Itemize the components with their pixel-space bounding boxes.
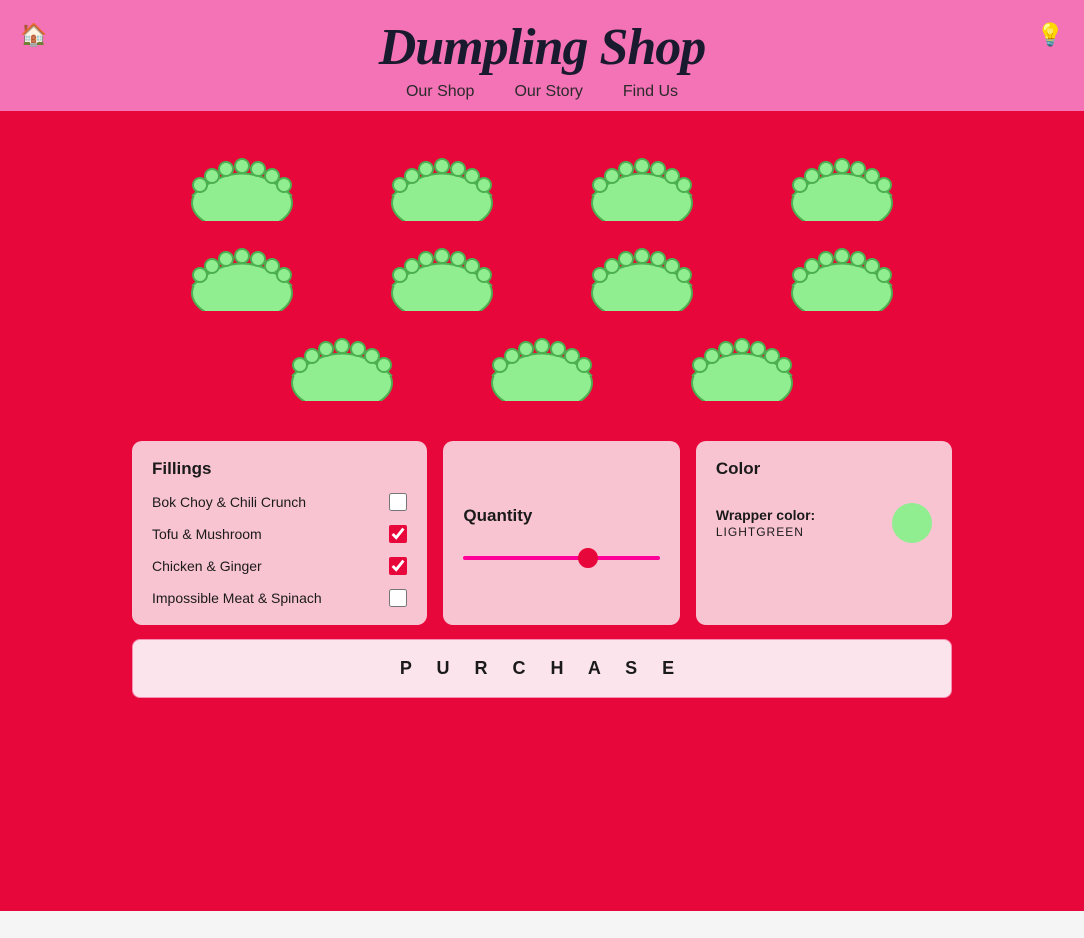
wrapper-color-label: Wrapper color: [716,507,815,523]
filling-label-4: Impossible Meat & Spinach [152,590,322,606]
quantity-slider-container [463,556,659,560]
filling-checkbox-4[interactable] [389,589,407,607]
controls-area: Fillings Bok Choy & Chili Crunch Tofu & … [132,441,952,625]
color-swatch[interactable] [892,503,932,543]
dumpling-row-3 [282,321,802,401]
dumpling-row-2 [182,231,902,311]
nav-our-shop[interactable]: Our Shop [406,83,474,101]
nav-our-story[interactable]: Our Story [514,83,582,101]
header: 🏠 💡 Dumpling Shop Our Shop Our Story Fin… [0,0,1084,111]
color-label-group: Wrapper color: LIGHTGREEN [716,507,815,539]
dumpling [482,321,602,401]
filling-item-1: Bok Choy & Chili Crunch [152,493,407,511]
color-title: Color [716,459,932,479]
dumpling [382,141,502,221]
wrapper-color-value: LIGHTGREEN [716,525,815,539]
purchase-button[interactable]: P U R C H A S E [132,639,952,698]
filling-item-4: Impossible Meat & Spinach [152,589,407,607]
dumpling [682,321,802,401]
filling-checkbox-1[interactable] [389,493,407,511]
filling-label-1: Bok Choy & Chili Crunch [152,494,306,510]
fillings-panel: Fillings Bok Choy & Chili Crunch Tofu & … [132,441,427,625]
page-title: Dumpling Shop [379,18,706,77]
home-icon[interactable]: 🏠 [20,22,47,48]
filling-label-2: Tofu & Mushroom [152,526,262,542]
settings-icon[interactable]: 💡 [1037,22,1064,48]
main-content: Fillings Bok Choy & Chili Crunch Tofu & … [0,111,1084,911]
quantity-panel: Quantity [443,441,679,625]
dumpling [582,141,702,221]
quantity-slider[interactable] [463,556,659,560]
quantity-title: Quantity [463,506,532,526]
filling-item-2: Tofu & Mushroom [152,525,407,543]
fillings-title: Fillings [152,459,407,479]
dumpling-row-1 [182,141,902,221]
nav-find-us[interactable]: Find Us [623,83,678,101]
dumpling [382,231,502,311]
filling-label-3: Chicken & Ginger [152,558,262,574]
dumpling [582,231,702,311]
filling-item-3: Chicken & Ginger [152,557,407,575]
dumpling [182,231,302,311]
filling-checkbox-3[interactable] [389,557,407,575]
dumplings-display [80,141,1004,411]
color-panel: Color Wrapper color: LIGHTGREEN [696,441,952,625]
dumpling [782,141,902,221]
dumpling [282,321,402,401]
filling-checkbox-2[interactable] [389,525,407,543]
dumpling [782,231,902,311]
color-info: Wrapper color: LIGHTGREEN [716,503,932,543]
main-nav: Our Shop Our Story Find Us [406,83,678,101]
dumpling [182,141,302,221]
